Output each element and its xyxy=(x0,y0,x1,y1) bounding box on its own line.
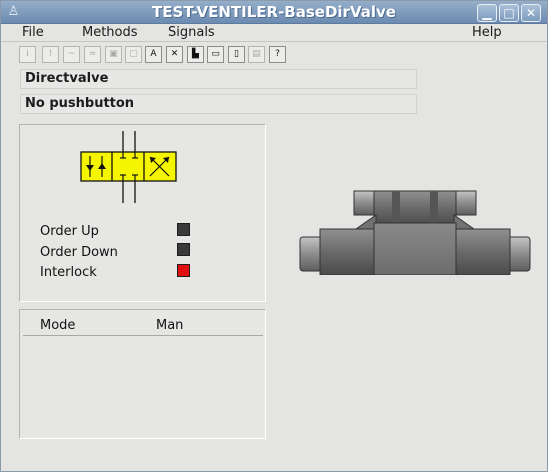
fast-curve-icon: ≈ xyxy=(88,49,97,59)
navigator-icon: A xyxy=(150,49,157,59)
mode-value[interactable]: Man xyxy=(156,318,183,333)
trend-button[interactable]: ~ xyxy=(63,46,80,63)
crossref-button[interactable]: ✕ xyxy=(166,46,183,63)
object-graph-button[interactable]: ▣ xyxy=(105,46,122,63)
menu-help[interactable]: Help xyxy=(472,25,502,40)
help-class-icon: ▙ xyxy=(192,49,199,59)
block-icon: ▯ xyxy=(234,49,239,59)
interlock-indicator[interactable] xyxy=(177,264,190,277)
fast-curve-button[interactable]: ≈ xyxy=(84,46,101,63)
photo-button[interactable]: ▤ xyxy=(248,46,265,63)
menu-bar: File Methods Signals Help xyxy=(1,24,547,42)
info-icon: i xyxy=(26,49,29,59)
window-title: TEST-VENTILER-BaseDirValve xyxy=(152,3,396,21)
valve-illustration xyxy=(299,190,531,275)
info-button[interactable]: i xyxy=(19,46,36,63)
directional-valve-symbol[interactable] xyxy=(80,131,178,205)
navigator-button[interactable]: A xyxy=(145,46,162,63)
help-button[interactable]: ? xyxy=(269,46,286,63)
maximize-button[interactable]: □ xyxy=(499,4,519,22)
maximize-icon: □ xyxy=(503,6,515,20)
history-button[interactable]: ▢ xyxy=(125,46,142,63)
mode-panel: Mode Man xyxy=(19,309,266,439)
signals-panel: Order Up Order Down Interlock xyxy=(19,124,266,302)
alarm-icon: ! xyxy=(48,49,53,59)
specification-field: No pushbutton xyxy=(20,94,417,114)
mode-label: Mode xyxy=(40,318,76,333)
description-field: Directvalve xyxy=(20,69,417,89)
order-up-label: Order Up xyxy=(40,224,99,239)
title-bar[interactable]: ♙ TEST-VENTILER-BaseDirValve ▁ □ ✕ xyxy=(1,1,547,24)
order-down-indicator[interactable] xyxy=(177,243,190,256)
mode-divider xyxy=(23,335,263,336)
menu-signals[interactable]: Signals xyxy=(168,25,215,40)
open-plc-icon: ▭ xyxy=(211,49,220,59)
photo-icon: ▤ xyxy=(252,49,261,59)
alarm-button[interactable]: ! xyxy=(42,46,59,63)
menu-file[interactable]: File xyxy=(22,25,44,40)
close-button[interactable]: ✕ xyxy=(521,4,541,22)
order-up-indicator[interactable] xyxy=(177,223,190,236)
history-icon: ▢ xyxy=(129,49,138,59)
interlock-label: Interlock xyxy=(40,265,97,280)
minimize-button[interactable]: ▁ xyxy=(477,4,497,22)
menu-methods[interactable]: Methods xyxy=(82,25,138,40)
trend-icon: ~ xyxy=(67,49,76,59)
crossref-icon: ✕ xyxy=(170,49,179,59)
minimize-icon: ▁ xyxy=(482,6,492,20)
help-class-button[interactable]: ▙ xyxy=(187,46,204,63)
order-down-label: Order Down xyxy=(40,245,118,260)
valve-object-window: ♙ TEST-VENTILER-BaseDirValve ▁ □ ✕ File … xyxy=(0,0,548,472)
valve-symbol-body xyxy=(80,151,177,182)
open-plc-button[interactable]: ▭ xyxy=(207,46,224,63)
close-icon: ✕ xyxy=(525,6,537,20)
help-icon: ? xyxy=(275,49,280,59)
object-graph-icon: ▣ xyxy=(109,49,118,59)
block-button[interactable]: ▯ xyxy=(228,46,245,63)
